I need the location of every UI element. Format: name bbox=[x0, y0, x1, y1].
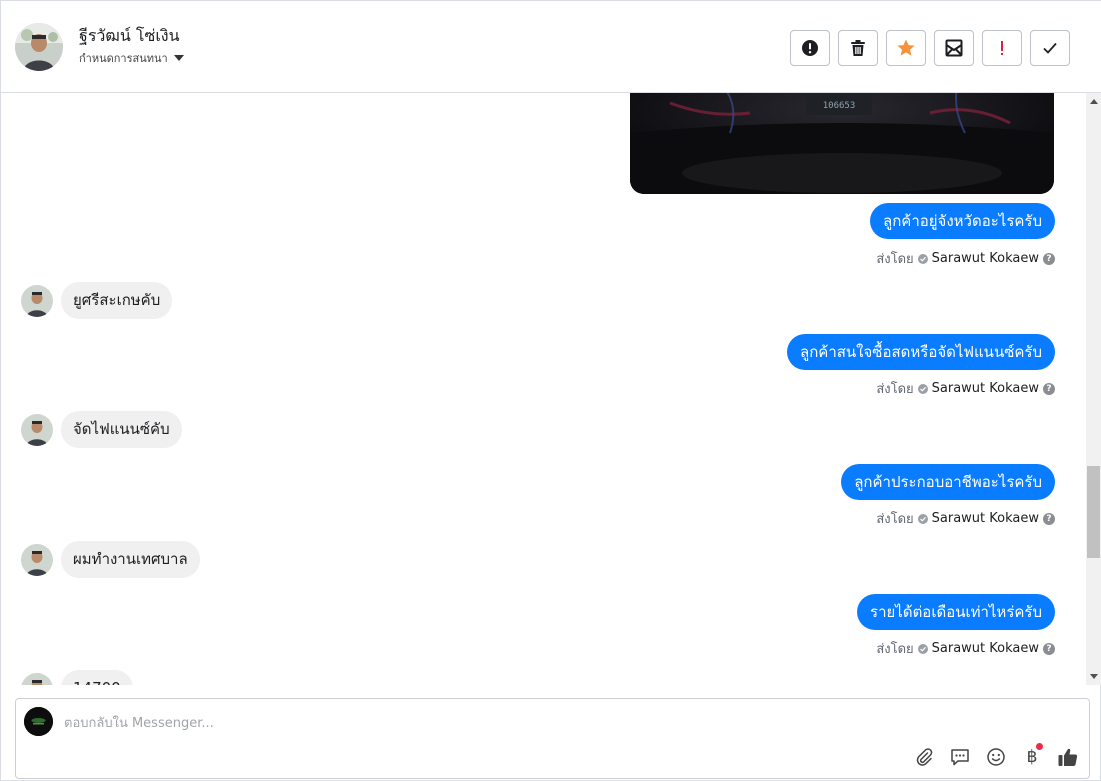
sent-check-icon bbox=[917, 253, 928, 264]
thread-scrollbar[interactable] bbox=[1086, 93, 1101, 685]
reply-composer: ฿ bbox=[15, 698, 1090, 779]
agent-name[interactable]: Sarawut Kokaew bbox=[932, 381, 1039, 396]
sent-by-line: ส่งโดย Sarawut Kokaew ? bbox=[876, 638, 1055, 659]
sent-by-prefix: ส่งโดย bbox=[876, 382, 914, 397]
outgoing-message[interactable]: ลูกค้าประกอบอาชีพอะไรครับ bbox=[841, 464, 1055, 500]
payment-button[interactable]: ฿ bbox=[1021, 743, 1043, 768]
contact-avatar[interactable] bbox=[15, 23, 63, 71]
caret-down-icon bbox=[173, 55, 184, 61]
scroll-down-arrow-icon[interactable] bbox=[1090, 674, 1098, 679]
sent-check-icon bbox=[917, 383, 928, 394]
conversation-setting-label: กำหนดการสนทนา bbox=[79, 52, 168, 65]
like-button[interactable] bbox=[1057, 746, 1079, 768]
help-icon[interactable]: ? bbox=[1043, 512, 1055, 525]
sent-check-icon bbox=[917, 643, 928, 654]
contact-name[interactable]: ฐีรวัฒน์ โซ่เงิน bbox=[79, 24, 180, 49]
agent-name[interactable]: Sarawut Kokaew bbox=[932, 511, 1039, 526]
incoming-message-row: จัดไฟแนนซ์คับ bbox=[21, 411, 182, 448]
sent-by-prefix: ส่งโดย bbox=[876, 252, 914, 267]
sent-by-prefix: ส่งโดย bbox=[876, 512, 914, 527]
baht-icon: ฿ bbox=[1026, 747, 1038, 767]
report-spam-button[interactable] bbox=[790, 30, 830, 66]
mark-unread-button[interactable] bbox=[934, 30, 974, 66]
paperclip-icon bbox=[916, 748, 933, 766]
inbox-conversation-panel: ฐีรวัฒน์ โซ่เงิน กำหนดการสนทนา 106653 ลู… bbox=[0, 0, 1101, 781]
scroll-up-arrow-icon[interactable] bbox=[1090, 99, 1098, 104]
saved-replies-button[interactable] bbox=[949, 746, 971, 768]
incoming-message[interactable]: 14700 bbox=[61, 670, 133, 685]
conversation-setting-dropdown[interactable]: กำหนดการสนทนา bbox=[79, 49, 184, 67]
sent-by-line: ส่งโดย Sarawut Kokaew ? bbox=[876, 378, 1055, 399]
outgoing-message[interactable]: ลูกค้าสนใจซื้อสดหรือจัดไฟแนนซ์ครับ bbox=[787, 334, 1055, 370]
incoming-message[interactable]: จัดไฟแนนซ์คับ bbox=[61, 411, 182, 448]
sender-avatar bbox=[21, 284, 53, 317]
composer-toolbar: ฿ bbox=[913, 743, 1079, 768]
attachment-button[interactable] bbox=[913, 746, 935, 768]
incoming-message[interactable]: ผมทำงานเทศบาล bbox=[61, 541, 200, 578]
sent-check-icon bbox=[917, 513, 928, 524]
star-icon bbox=[897, 39, 915, 56]
incoming-message-row: ผมทำงานเทศบาล bbox=[21, 541, 200, 578]
agent-name[interactable]: Sarawut Kokaew bbox=[932, 251, 1039, 266]
exclamation-icon bbox=[1001, 41, 1003, 55]
alert-circle-icon bbox=[802, 40, 818, 56]
follow-up-button[interactable] bbox=[982, 30, 1022, 66]
help-icon[interactable]: ? bbox=[1043, 252, 1055, 265]
sent-by-line: ส่งโดย Sarawut Kokaew ? bbox=[876, 508, 1055, 529]
star-button[interactable] bbox=[886, 30, 926, 66]
message-thread[interactable]: 106653 ลูกค้าอยู่จังหวัดอะไรครับ ส่งโดย … bbox=[1, 93, 1086, 685]
sent-by-line: ส่งโดย Sarawut Kokaew ? bbox=[876, 248, 1055, 269]
conversation-actions bbox=[790, 30, 1070, 66]
sender-avatar bbox=[21, 672, 53, 685]
outgoing-message[interactable]: รายได้ต่อเดือนเท่าไหร่ครับ bbox=[857, 594, 1055, 630]
envelope-icon bbox=[945, 39, 963, 57]
saved-reply-icon bbox=[951, 749, 969, 766]
mark-done-button[interactable] bbox=[1030, 30, 1070, 66]
sent-by-prefix: ส่งโดย bbox=[876, 642, 914, 657]
sender-avatar bbox=[21, 543, 53, 576]
trash-icon bbox=[851, 40, 865, 56]
thumbs-up-icon bbox=[1058, 748, 1078, 766]
scroll-thumb[interactable] bbox=[1087, 466, 1100, 558]
emoji-button[interactable] bbox=[985, 746, 1007, 768]
odometer-reading: 106653 bbox=[823, 101, 856, 111]
checkmark-icon bbox=[1043, 42, 1057, 54]
emoji-icon bbox=[987, 748, 1005, 766]
help-icon[interactable]: ? bbox=[1043, 382, 1055, 395]
agent-name[interactable]: Sarawut Kokaew bbox=[932, 641, 1039, 656]
delete-button[interactable] bbox=[838, 30, 878, 66]
page-avatar bbox=[24, 707, 53, 736]
incoming-message[interactable]: ยูศรีสะเกษคับ bbox=[61, 282, 173, 319]
shared-photo-attachment[interactable]: 106653 bbox=[630, 93, 1054, 194]
notification-dot bbox=[1036, 743, 1043, 750]
sender-avatar bbox=[21, 413, 53, 446]
incoming-message-row: 14700 bbox=[21, 670, 133, 685]
outgoing-message[interactable]: ลูกค้าอยู่จังหวัดอะไรครับ bbox=[870, 203, 1055, 239]
incoming-message-row: ยูศรีสะเกษคับ bbox=[21, 282, 173, 319]
reply-input[interactable] bbox=[64, 712, 864, 734]
help-icon[interactable]: ? bbox=[1043, 642, 1055, 655]
conversation-header: ฐีรวัฒน์ โซ่เงิน กำหนดการสนทนา bbox=[1, 1, 1101, 93]
